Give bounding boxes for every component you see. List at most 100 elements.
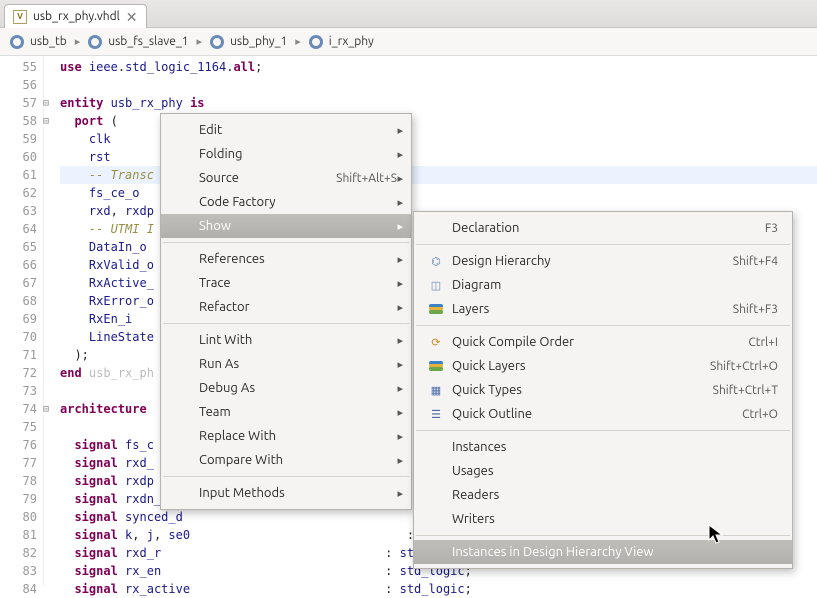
blank-icon bbox=[175, 380, 191, 396]
breadcrumb-label: usb_tb bbox=[30, 35, 67, 48]
menu-item-label: Readers bbox=[452, 488, 778, 502]
diagram-icon: ◫ bbox=[428, 277, 444, 293]
menu-item-folding[interactable]: Folding bbox=[161, 142, 411, 166]
menu-item-quick-layers[interactable]: Quick LayersShift+Ctrl+O bbox=[414, 354, 792, 378]
menu-item-label: Refactor bbox=[199, 300, 397, 314]
menu-item-diagram[interactable]: ◫Diagram bbox=[414, 273, 792, 297]
menu-item-label: Folding bbox=[199, 147, 397, 161]
breadcrumb-label: usb_fs_slave_1 bbox=[108, 35, 188, 48]
menu-item-shortcut: Shift+Alt+S bbox=[312, 172, 397, 185]
menu-item-design-hierarchy[interactable]: ⌬Design HierarchyShift+F4 bbox=[414, 249, 792, 273]
menu-item-writers[interactable]: Writers bbox=[414, 507, 792, 531]
menu-item-team[interactable]: Team bbox=[161, 400, 411, 424]
gear-icon bbox=[309, 35, 323, 49]
menu-item-label: Team bbox=[199, 405, 397, 419]
show-submenu: DeclarationF3⌬Design HierarchyShift+F4◫D… bbox=[413, 211, 793, 569]
chevron-right-icon: ▸ bbox=[197, 35, 203, 48]
types-icon: ▦ bbox=[428, 382, 444, 398]
menu-item-label: Trace bbox=[199, 276, 397, 290]
menu-item-shortcut: Ctrl+O bbox=[718, 408, 778, 421]
menu-item-instances[interactable]: Instances bbox=[414, 435, 792, 459]
compile-icon: ⟳ bbox=[428, 334, 444, 350]
menu-item-label: Design Hierarchy bbox=[452, 254, 701, 268]
breadcrumb-item[interactable]: usb_tb bbox=[10, 35, 67, 49]
blank-icon bbox=[175, 404, 191, 420]
menu-item-instances-in-design-hierarchy-view[interactable]: Instances in Design Hierarchy View bbox=[414, 540, 792, 564]
menu-item-label: Declaration bbox=[452, 221, 733, 235]
menu-item-quick-types[interactable]: ▦Quick TypesShift+Ctrl+T bbox=[414, 378, 792, 402]
menu-item-show[interactable]: Show bbox=[161, 214, 411, 238]
menu-item-trace[interactable]: Trace bbox=[161, 271, 411, 295]
menu-item-label: References bbox=[199, 252, 397, 266]
blank-icon bbox=[175, 452, 191, 468]
blank-icon bbox=[175, 218, 191, 234]
blank-icon bbox=[175, 332, 191, 348]
blank-icon bbox=[428, 220, 444, 236]
vhdl-file-icon: V bbox=[13, 10, 27, 24]
close-icon[interactable]: ✕ bbox=[126, 10, 138, 24]
menu-item-code-factory[interactable]: Code Factory bbox=[161, 190, 411, 214]
breadcrumb: usb_tb ▸ usb_fs_slave_1 ▸ usb_phy_1 ▸ i_… bbox=[0, 28, 817, 56]
layers-icon bbox=[428, 301, 444, 317]
menu-item-label: Input Methods bbox=[199, 486, 397, 500]
menu-item-shortcut: Shift+F3 bbox=[709, 303, 778, 316]
blank-icon bbox=[428, 487, 444, 503]
blank-icon bbox=[175, 122, 191, 138]
menu-item-label: Instances in Design Hierarchy View bbox=[452, 545, 778, 559]
menu-item-quick-outline[interactable]: ☰Quick OutlineCtrl+O bbox=[414, 402, 792, 426]
gear-icon bbox=[10, 35, 24, 49]
gear-icon bbox=[88, 35, 102, 49]
menu-item-lint-with[interactable]: Lint With bbox=[161, 328, 411, 352]
menu-item-label: Run As bbox=[199, 357, 397, 371]
menu-item-label: Writers bbox=[452, 512, 778, 526]
menu-item-layers[interactable]: Layers Shift+F3 bbox=[414, 297, 792, 321]
menu-item-references[interactable]: References bbox=[161, 247, 411, 271]
chevron-right-icon: ▸ bbox=[75, 35, 81, 48]
breadcrumb-item[interactable]: i_rx_phy bbox=[309, 35, 374, 49]
gear-icon bbox=[210, 35, 224, 49]
menu-item-replace-with[interactable]: Replace With bbox=[161, 424, 411, 448]
breadcrumb-item[interactable]: usb_phy_1 bbox=[210, 35, 287, 49]
blank-icon bbox=[428, 463, 444, 479]
menu-item-debug-as[interactable]: Debug As bbox=[161, 376, 411, 400]
hierarchy-icon: ⌬ bbox=[428, 253, 444, 269]
menu-item-label: Code Factory bbox=[199, 195, 397, 209]
menu-item-label: Edit bbox=[199, 123, 397, 137]
menu-item-readers[interactable]: Readers bbox=[414, 483, 792, 507]
line-number-gutter: 5556575859606162636465666768697071727374… bbox=[0, 56, 44, 586]
blank-icon bbox=[175, 299, 191, 315]
chevron-right-icon: ▸ bbox=[295, 35, 301, 48]
menu-item-run-as[interactable]: Run As bbox=[161, 352, 411, 376]
menu-item-label: Source bbox=[199, 171, 304, 185]
menu-item-refactor[interactable]: Refactor bbox=[161, 295, 411, 319]
menu-item-quick-compile-order[interactable]: ⟳ Quick Compile Order Ctrl+I bbox=[414, 330, 792, 354]
menu-item-compare-with[interactable]: Compare With bbox=[161, 448, 411, 472]
menu-item-label: Quick Compile Order bbox=[452, 335, 716, 349]
menu-item-edit[interactable]: Edit bbox=[161, 118, 411, 142]
breadcrumb-label: usb_phy_1 bbox=[230, 35, 287, 48]
menu-item-label: Usages bbox=[452, 464, 778, 478]
menu-item-label: Show bbox=[199, 219, 397, 233]
menu-item-shortcut: Ctrl+I bbox=[724, 336, 778, 349]
menu-item-shortcut: Shift+Ctrl+O bbox=[686, 360, 778, 373]
menu-item-label: Replace With bbox=[199, 429, 397, 443]
editor-tab[interactable]: V usb_rx_phy.vhdl ✕ bbox=[4, 4, 147, 28]
menu-item-usages[interactable]: Usages bbox=[414, 459, 792, 483]
blank-icon bbox=[175, 485, 191, 501]
menu-item-label: Lint With bbox=[199, 333, 397, 347]
tab-bar: V usb_rx_phy.vhdl ✕ bbox=[0, 0, 817, 28]
menu-item-label: Layers bbox=[452, 302, 701, 316]
blank-icon bbox=[428, 511, 444, 527]
menu-item-label: Instances bbox=[452, 440, 778, 454]
menu-item-source[interactable]: Source Shift+Alt+S bbox=[161, 166, 411, 190]
blank-icon bbox=[428, 439, 444, 455]
blank-icon bbox=[175, 146, 191, 162]
menu-item-label: Compare With bbox=[199, 453, 397, 467]
menu-item-input-methods[interactable]: Input Methods bbox=[161, 481, 411, 505]
breadcrumb-item[interactable]: usb_fs_slave_1 bbox=[88, 35, 188, 49]
menu-item-shortcut: Shift+Ctrl+T bbox=[689, 384, 778, 397]
blank-icon bbox=[175, 170, 191, 186]
menu-item-declaration[interactable]: DeclarationF3 bbox=[414, 216, 792, 240]
blank-icon bbox=[175, 251, 191, 267]
blank-icon bbox=[175, 275, 191, 291]
